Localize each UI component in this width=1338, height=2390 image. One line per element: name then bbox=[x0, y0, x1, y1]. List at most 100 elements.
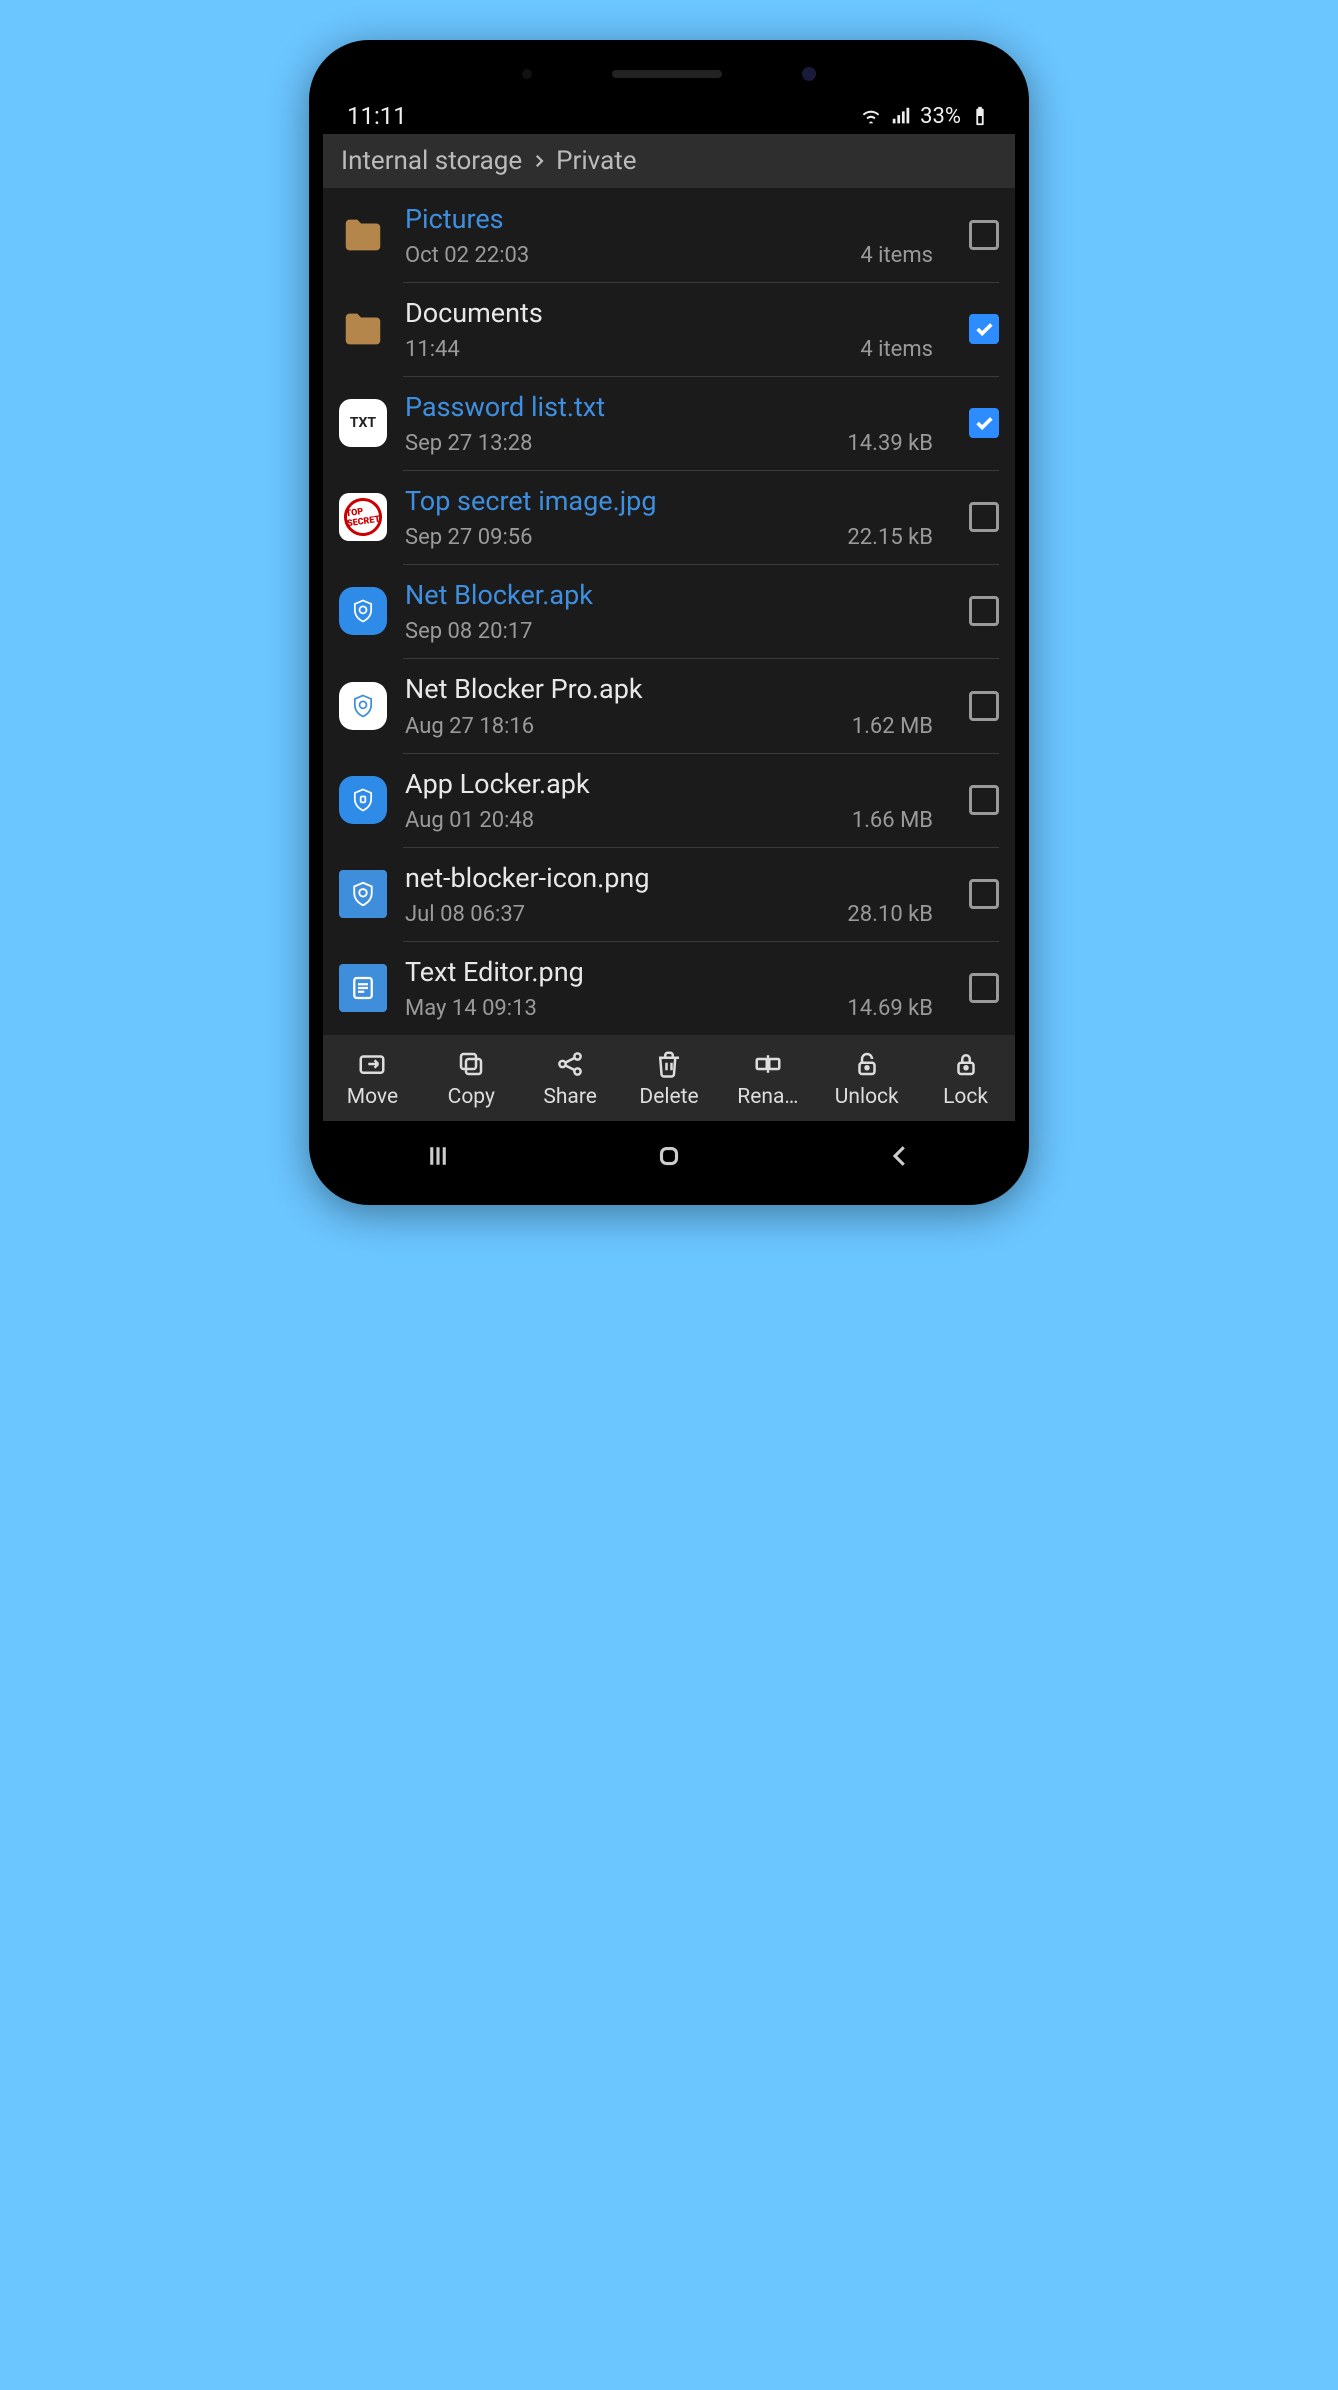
wifi-icon bbox=[860, 105, 882, 127]
rename-button[interactable]: Rena… bbox=[718, 1035, 817, 1121]
file-meta: 4 items bbox=[860, 337, 933, 362]
checkbox[interactable] bbox=[969, 785, 999, 815]
file-list[interactable]: Pictures Oct 02 22:03 4 items Documents … bbox=[323, 188, 1015, 1035]
file-name: Net Blocker Pro.apk bbox=[405, 672, 933, 707]
status-time: 11:11 bbox=[347, 102, 407, 130]
move-button[interactable]: Move bbox=[323, 1035, 422, 1121]
trash-icon bbox=[654, 1049, 684, 1079]
file-info: Net Blocker.apk Sep 08 20:17 bbox=[405, 578, 933, 644]
battery-icon bbox=[969, 105, 991, 127]
breadcrumb-root[interactable]: Internal storage bbox=[341, 146, 522, 176]
file-row[interactable]: Top secret image.jpg Sep 27 09:56 22.15 … bbox=[323, 470, 1015, 564]
file-row[interactable]: Net Blocker.apk Sep 08 20:17 bbox=[323, 564, 1015, 658]
file-row[interactable]: App Locker.apk Aug 01 20:48 1.66 MB bbox=[323, 753, 1015, 847]
rename-icon bbox=[753, 1049, 783, 1079]
speaker bbox=[612, 70, 722, 78]
copy-icon bbox=[456, 1049, 486, 1079]
checkbox[interactable] bbox=[969, 596, 999, 626]
image-thumbnail bbox=[339, 493, 387, 541]
file-name: net-blocker-icon.png bbox=[405, 861, 933, 896]
file-info: net-blocker-icon.png Jul 08 06:37 28.10 … bbox=[405, 861, 933, 927]
move-icon bbox=[357, 1049, 387, 1079]
share-button[interactable]: Share bbox=[521, 1035, 620, 1121]
txt-icon: TXT bbox=[339, 399, 387, 447]
recents-button[interactable] bbox=[423, 1141, 453, 1171]
file-date: 11:44 bbox=[405, 337, 460, 362]
file-date: May 14 09:13 bbox=[405, 996, 537, 1021]
phone-frame: 11:11 33% Internal storage Private Pictu… bbox=[309, 40, 1029, 1205]
file-date: Sep 27 09:56 bbox=[405, 525, 533, 550]
unlock-button[interactable]: Unlock bbox=[817, 1035, 916, 1121]
checkbox[interactable] bbox=[969, 314, 999, 344]
breadcrumb[interactable]: Internal storage Private bbox=[323, 134, 1015, 188]
chevron-right-icon bbox=[530, 152, 548, 170]
copy-button[interactable]: Copy bbox=[422, 1035, 521, 1121]
file-meta: 28.10 kB bbox=[847, 902, 933, 927]
file-info: Net Blocker Pro.apk Aug 27 18:16 1.62 MB bbox=[405, 672, 933, 738]
file-info: Documents 11:44 4 items bbox=[405, 296, 933, 362]
file-name: Documents bbox=[405, 296, 933, 331]
file-info: Top secret image.jpg Sep 27 09:56 22.15 … bbox=[405, 484, 933, 550]
breadcrumb-current[interactable]: Private bbox=[556, 146, 636, 176]
toolbar-label: Move bbox=[347, 1085, 398, 1109]
toolbar-label: Delete bbox=[639, 1085, 698, 1109]
file-row[interactable]: net-blocker-icon.png Jul 08 06:37 28.10 … bbox=[323, 847, 1015, 941]
image-thumbnail bbox=[339, 870, 387, 918]
file-date: Sep 27 13:28 bbox=[405, 431, 533, 456]
checkbox[interactable] bbox=[969, 408, 999, 438]
back-button[interactable] bbox=[885, 1141, 915, 1171]
apk-icon bbox=[339, 682, 387, 730]
signal-icon bbox=[890, 105, 912, 127]
file-meta: 14.39 kB bbox=[847, 431, 933, 456]
file-name: Net Blocker.apk bbox=[405, 578, 933, 613]
lock-button[interactable]: Lock bbox=[916, 1035, 1015, 1121]
file-row[interactable]: Documents 11:44 4 items bbox=[323, 282, 1015, 376]
file-name: App Locker.apk bbox=[405, 767, 933, 802]
file-row[interactable]: Text Editor.png May 14 09:13 14.69 kB bbox=[323, 941, 1015, 1035]
checkbox[interactable] bbox=[969, 502, 999, 532]
sensor bbox=[522, 69, 532, 79]
checkbox[interactable] bbox=[969, 879, 999, 909]
file-row[interactable]: Pictures Oct 02 22:03 4 items bbox=[323, 188, 1015, 282]
file-info: Password list.txt Sep 27 13:28 14.39 kB bbox=[405, 390, 933, 456]
lock-icon bbox=[951, 1049, 981, 1079]
screen: 11:11 33% Internal storage Private Pictu… bbox=[323, 54, 1015, 1191]
checkbox[interactable] bbox=[969, 220, 999, 250]
file-date: Sep 08 20:17 bbox=[405, 619, 533, 644]
file-meta: 22.15 kB bbox=[847, 525, 933, 550]
file-meta: 14.69 kB bbox=[847, 996, 933, 1021]
checkbox[interactable] bbox=[969, 973, 999, 1003]
file-name: Text Editor.png bbox=[405, 955, 933, 990]
delete-button[interactable]: Delete bbox=[620, 1035, 719, 1121]
share-icon bbox=[555, 1049, 585, 1079]
file-info: Text Editor.png May 14 09:13 14.69 kB bbox=[405, 955, 933, 1021]
toolbar-label: Unlock bbox=[835, 1085, 899, 1109]
toolbar-label: Lock bbox=[943, 1085, 988, 1109]
file-row[interactable]: Net Blocker Pro.apk Aug 27 18:16 1.62 MB bbox=[323, 658, 1015, 752]
file-name: Top secret image.jpg bbox=[405, 484, 933, 519]
notch bbox=[323, 54, 1015, 94]
file-date: Oct 02 22:03 bbox=[405, 243, 529, 268]
file-info: Pictures Oct 02 22:03 4 items bbox=[405, 202, 933, 268]
file-info: App Locker.apk Aug 01 20:48 1.66 MB bbox=[405, 767, 933, 833]
file-meta: 4 items bbox=[860, 243, 933, 268]
front-camera bbox=[802, 67, 816, 81]
status-bar: 11:11 33% bbox=[323, 94, 1015, 134]
file-name: Pictures bbox=[405, 202, 933, 237]
apk-icon bbox=[339, 587, 387, 635]
file-name: Password list.txt bbox=[405, 390, 933, 425]
file-date: Jul 08 06:37 bbox=[405, 902, 525, 927]
checkbox[interactable] bbox=[969, 691, 999, 721]
toolbar-label: Rena… bbox=[737, 1085, 798, 1109]
folder-icon bbox=[339, 305, 387, 353]
file-meta: 1.66 MB bbox=[852, 808, 933, 833]
file-row[interactable]: TXT Password list.txt Sep 27 13:28 14.39… bbox=[323, 376, 1015, 470]
android-navbar bbox=[323, 1121, 1015, 1191]
image-thumbnail bbox=[339, 964, 387, 1012]
battery-text: 33% bbox=[920, 104, 961, 129]
toolbar-label: Copy bbox=[448, 1085, 495, 1109]
unlock-icon bbox=[852, 1049, 882, 1079]
home-button[interactable] bbox=[654, 1141, 684, 1171]
toolbar-label: Share bbox=[543, 1085, 597, 1109]
file-meta: 1.62 MB bbox=[852, 714, 933, 739]
